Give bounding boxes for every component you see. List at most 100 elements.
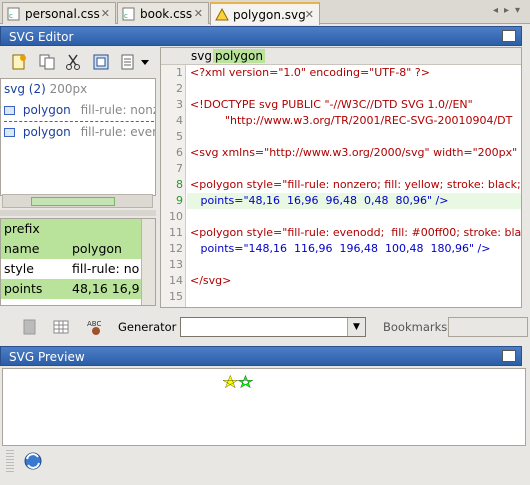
- selection-divider: [4, 121, 154, 122]
- node-tag: polygon: [22, 103, 71, 117]
- line-number: 8: [176, 178, 183, 191]
- tab-book-css[interactable]: c book.css ✕: [117, 2, 209, 24]
- yellow-star-shape: [223, 375, 239, 388]
- line-number: 6: [176, 146, 183, 159]
- line-number: 3: [176, 98, 183, 111]
- frame-icon[interactable]: [92, 53, 110, 71]
- element-tree: svg (2) 200px polygon fill-rule: nonz...…: [0, 78, 156, 196]
- css-file-icon: c: [7, 7, 21, 21]
- property-row[interactable]: name polygon: [1, 239, 141, 259]
- bookmarks-label: Bookmarks: [383, 320, 448, 334]
- property-row[interactable]: points 48,16 16,9: [1, 279, 141, 299]
- resize-grip-icon: [6, 450, 14, 472]
- chevron-down-icon[interactable]: ▼: [347, 318, 365, 336]
- close-icon[interactable]: ✕: [194, 7, 203, 20]
- tree-horizontal-scrollbar[interactable]: [2, 194, 153, 208]
- svg-preview-canvas: [2, 368, 526, 446]
- code-line[interactable]: <?xml version="1.0" encoding="UTF-8" ?>: [190, 66, 430, 79]
- panel-title: SVG Preview: [9, 350, 85, 364]
- svg-preview-header: SVG Preview: [0, 346, 522, 366]
- property-value[interactable]: 48,16 16,9: [69, 279, 141, 299]
- copy-icon[interactable]: [38, 53, 56, 71]
- properties-vertical-scrollbar[interactable]: [141, 219, 155, 305]
- property-value[interactable]: [69, 219, 141, 239]
- close-icon[interactable]: ✕: [305, 8, 314, 21]
- editor-bottom-toolbar: ABC Generator ▼ Bookmarks: [0, 314, 530, 340]
- svg-editor-header: SVG Editor: [0, 26, 522, 46]
- property-row[interactable]: style fill-rule: no: [1, 259, 141, 279]
- breadcrumb-item-svg[interactable]: svg: [189, 49, 214, 63]
- node-tag: polygon: [22, 125, 71, 139]
- code-line[interactable]: <polygon style="fill-rule: evenodd; fill…: [190, 226, 521, 239]
- properties-table: prefix name polygon style fill-rule: no …: [0, 218, 156, 306]
- line-number: 2: [176, 82, 183, 95]
- line-number: 15: [169, 290, 183, 303]
- code-line[interactable]: <polygon style="fill-rule: nonzero; fill…: [190, 178, 521, 191]
- bookmarks-field[interactable]: [448, 317, 528, 337]
- code-line[interactable]: points="48,16 16,96 96,48 0,48 80,96" />: [190, 194, 448, 207]
- close-icon[interactable]: ✕: [101, 7, 110, 20]
- tab-label: personal.css: [25, 6, 100, 21]
- tree-node-polygon[interactable]: polygon fill-rule: nonz...: [4, 103, 155, 117]
- breadcrumb-item-polygon[interactable]: polygon: [213, 49, 265, 63]
- svg-text:ABC: ABC: [87, 320, 101, 328]
- code-line[interactable]: points="148,16 116,96 196,48 100,48 180,…: [190, 242, 490, 255]
- tree-root-label: svg (2): [4, 82, 46, 96]
- spellcheck-icon[interactable]: ABC: [86, 317, 106, 340]
- tab-scroll-arrows-icon[interactable]: ◂▸▾: [493, 5, 526, 16]
- property-key: points: [4, 281, 43, 296]
- svg-file-icon: [215, 7, 229, 22]
- line-number: 14: [169, 274, 183, 287]
- line-number: 7: [176, 162, 183, 175]
- tab-label: polygon.svg: [233, 7, 306, 22]
- tab-label: book.css: [140, 6, 193, 21]
- code-line[interactable]: "http://www.w3.org/TR/2001/REC-SVG-20010…: [190, 114, 512, 127]
- generator-select[interactable]: ▼: [180, 317, 366, 337]
- status-bar: [0, 446, 530, 485]
- tree-root-width: 200px: [49, 82, 88, 96]
- maximize-icon[interactable]: [502, 30, 516, 42]
- element-node-icon: [4, 106, 15, 115]
- green-star-shape: [237, 375, 254, 388]
- maximize-icon[interactable]: [502, 350, 516, 362]
- line-number: 1: [176, 66, 183, 79]
- refresh-globe-icon[interactable]: [22, 450, 44, 475]
- new-element-icon[interactable]: [10, 53, 28, 71]
- property-value[interactable]: polygon: [69, 239, 141, 259]
- code-line[interactable]: <svg xmlns="http://www.w3.org/2000/svg" …: [190, 146, 521, 159]
- property-key: name: [4, 241, 40, 256]
- tab-polygon-svg[interactable]: polygon.svg ✕: [210, 2, 320, 25]
- property-key: prefix: [4, 221, 40, 236]
- code-editor[interactable]: svg polygon 1 2 3 4 5 6 7 8 9 10 11 12 13 14 15 <?xml …: [160, 47, 522, 308]
- line-number: 4: [176, 114, 183, 127]
- tab-personal-css[interactable]: c personal.css ✕: [2, 2, 116, 24]
- property-row[interactable]: prefix: [1, 219, 141, 239]
- document-icon[interactable]: [22, 318, 38, 339]
- property-key: style: [4, 261, 34, 276]
- tree-toolbar: [0, 47, 156, 77]
- node-value: fill-rule: nonz...: [80, 103, 155, 117]
- code-line[interactable]: </svg>: [190, 274, 231, 287]
- line-number: 9: [176, 194, 183, 207]
- splitter-handle[interactable]: [0, 210, 156, 216]
- scrollbar-thumb[interactable]: [31, 197, 115, 206]
- node-value: fill-rule: even...: [80, 125, 155, 139]
- editor-tab-bar: c personal.css ✕ c book.css ✕ polygon.sv…: [0, 0, 530, 25]
- line-number: 5: [176, 130, 183, 143]
- table-icon[interactable]: [52, 318, 70, 339]
- code-line[interactable]: <!DOCTYPE svg PUBLIC "-//W3C//DTD SVG 1.…: [190, 98, 473, 111]
- tree-root-svg[interactable]: svg (2) 200px: [4, 82, 87, 96]
- line-number: 13: [169, 258, 183, 271]
- tree-node-polygon[interactable]: polygon fill-rule: even...: [4, 125, 155, 139]
- property-value[interactable]: fill-rule: no: [69, 259, 141, 279]
- element-node-icon: [4, 128, 15, 137]
- cut-icon[interactable]: [64, 53, 82, 71]
- generator-label: Generator: [118, 320, 177, 334]
- line-number: 10: [169, 210, 183, 223]
- line-number: 11: [169, 226, 183, 239]
- panel-title: SVG Editor: [9, 30, 74, 44]
- breadcrumb: svg polygon: [161, 48, 521, 65]
- view-menu-icon[interactable]: [120, 53, 149, 71]
- css-file-icon: c: [122, 7, 136, 21]
- svg-text:c: c: [124, 12, 128, 20]
